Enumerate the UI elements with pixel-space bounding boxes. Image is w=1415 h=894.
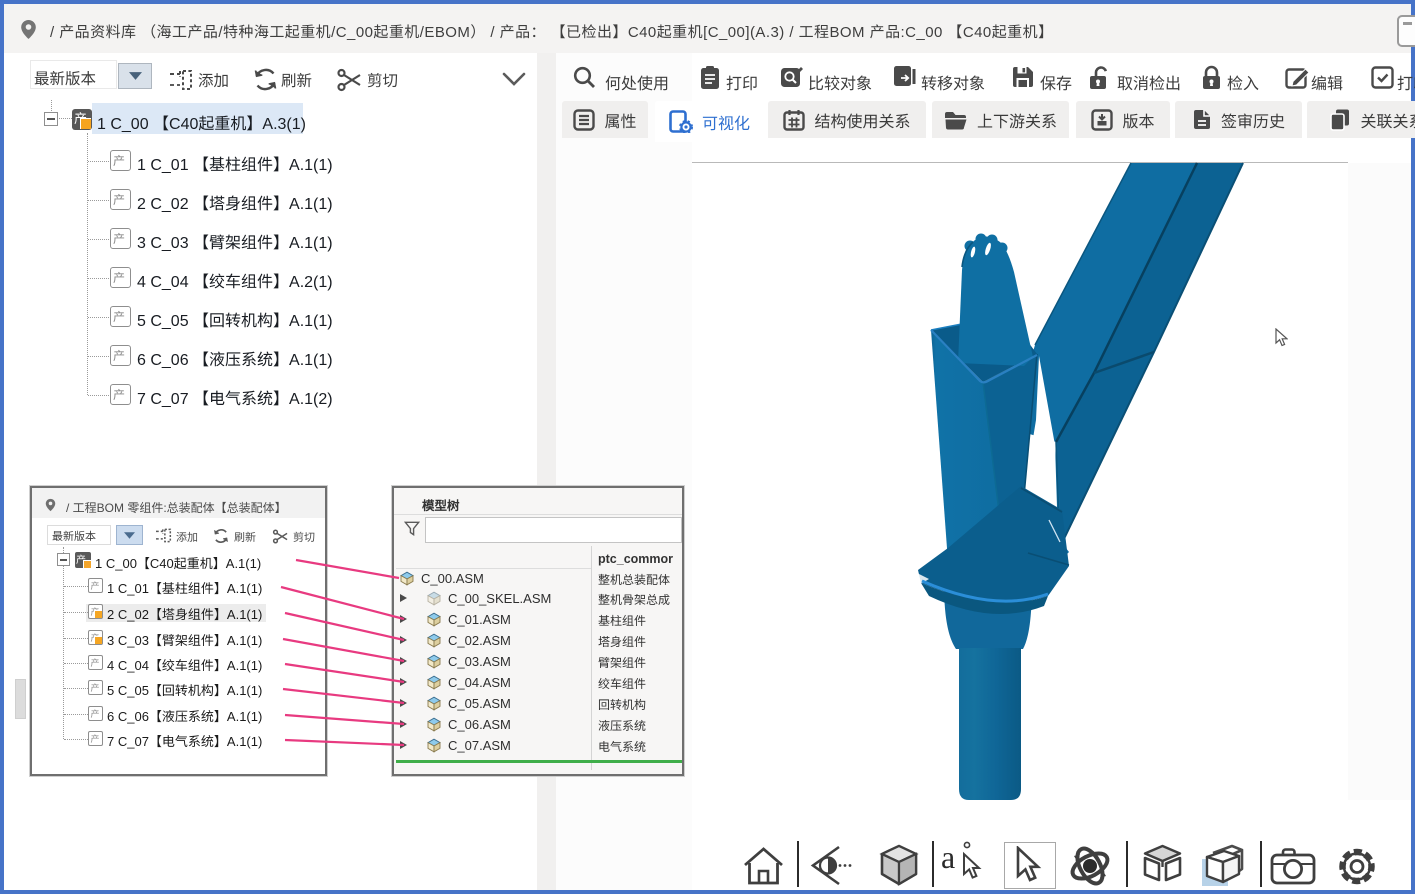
- svg-text:a: a: [941, 839, 955, 875]
